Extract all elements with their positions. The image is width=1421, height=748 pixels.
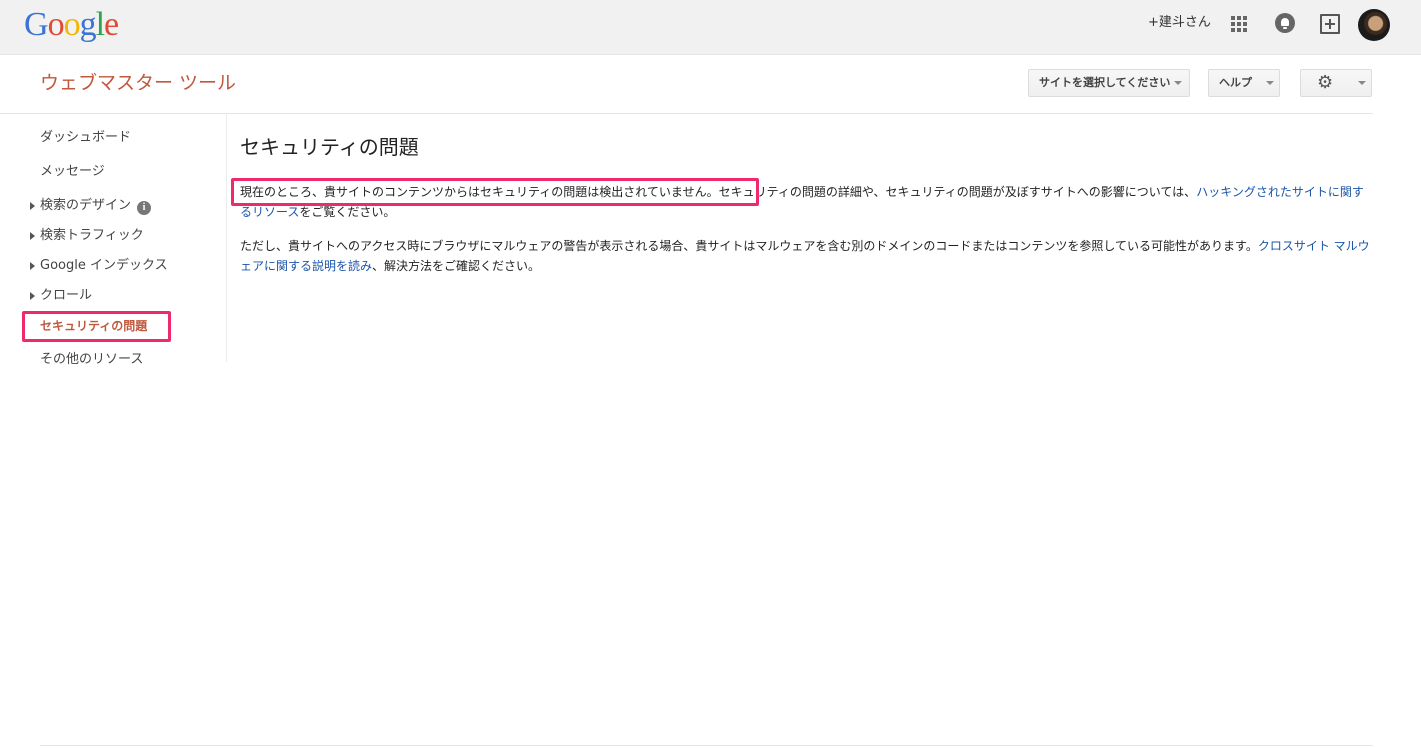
page-title: セキュリティの問題 (240, 135, 419, 159)
logo-letter: o (63, 6, 81, 43)
expand-triangle-icon (30, 292, 35, 300)
sidebar-item-label: 検索トラフィック (40, 228, 144, 243)
apps-icon[interactable] (1231, 16, 1247, 32)
annotation-highlight-box (22, 311, 171, 342)
paragraph-text: セキュリティの問題の詳細や、セキュリティの問題が及ぼすサイトへの影響については、 (718, 185, 1197, 199)
plus-box-icon[interactable] (1320, 14, 1340, 34)
sidebar-item-messages[interactable]: メッセージ (40, 163, 105, 181)
annotation-highlight-box (231, 178, 759, 206)
gear-icon: ⚙ (1317, 72, 1334, 93)
expand-triangle-icon (30, 262, 35, 270)
app-title[interactable]: ウェブマスター ツール (40, 70, 236, 96)
paragraph-text: をご覧ください。 (299, 205, 396, 219)
sidebar-item-label: クロール (40, 288, 93, 303)
settings-button[interactable]: ⚙ (1300, 69, 1372, 97)
malware-paragraph: ただし、貴サイトへのアクセス時にブラウザにマルウェアの警告が表示される場合、貴サ… (240, 236, 1375, 276)
logo-letter: e (104, 6, 119, 43)
google-logo[interactable]: Google (24, 5, 119, 45)
google-bar: Google +建斗さん (0, 0, 1421, 55)
avatar[interactable] (1358, 9, 1390, 41)
expand-triangle-icon (30, 232, 35, 240)
sidebar-item-label: ダッシュボード (40, 130, 132, 145)
chevron-down-icon (1358, 81, 1366, 85)
site-select-dropdown[interactable]: サイトを選択してください (1028, 69, 1190, 97)
expand-triangle-icon (30, 202, 35, 210)
sidebar-item-crawl[interactable]: クロール (30, 287, 93, 305)
sidebar-item-search-traffic[interactable]: 検索トラフィック (30, 227, 144, 245)
user-name-link[interactable]: +建斗さん (1148, 14, 1211, 32)
footer-divider (40, 745, 1373, 746)
sidebar-item-google-index[interactable]: Google インデックス (30, 257, 168, 275)
info-icon[interactable]: i (137, 201, 152, 215)
sidebar-item-other-resources[interactable]: その他のリソース (40, 351, 143, 369)
sidebar-item-label: メッセージ (40, 164, 105, 179)
logo-letter: G (24, 6, 49, 43)
bell-icon[interactable] (1275, 13, 1295, 33)
help-label: ヘルプ (1219, 76, 1252, 89)
sidebar-item-label: Google インデックス (40, 258, 168, 273)
sidebar-item-dashboard[interactable]: ダッシュボード (40, 129, 131, 147)
chevron-down-icon (1174, 81, 1182, 85)
sidebar-item-label: その他のリソース (40, 352, 144, 367)
site-select-label: サイトを選択してください (1039, 76, 1171, 89)
sidebar-item-label: 検索のデザイン (40, 198, 132, 213)
chevron-down-icon (1266, 81, 1274, 85)
help-button[interactable]: ヘルプ (1208, 69, 1280, 97)
sidebar-item-search-appearance[interactable]: 検索のデザイン i (30, 197, 152, 215)
paragraph-text: ただし、貴サイトへのアクセス時にブラウザにマルウェアの警告が表示される場合、貴サ… (240, 239, 1258, 253)
paragraph-text: 、解決方法をご確認ください。 (372, 259, 541, 273)
logo-letter: o (47, 6, 65, 43)
logo-letter: l (95, 6, 106, 43)
logo-letter: g (79, 6, 97, 43)
